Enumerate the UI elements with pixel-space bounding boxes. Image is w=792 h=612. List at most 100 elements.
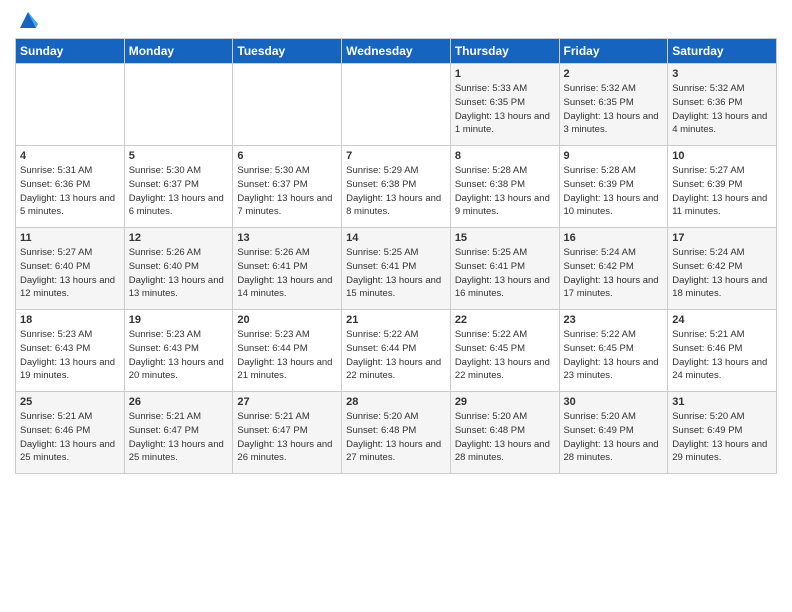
col-monday: Monday [124,39,233,64]
calendar-cell: 30Sunrise: 5:20 AM Sunset: 6:49 PM Dayli… [559,392,668,474]
day-number: 16 [564,232,664,244]
day-info: Sunrise: 5:24 AM Sunset: 6:42 PM Dayligh… [672,246,772,301]
header [15,10,777,30]
col-tuesday: Tuesday [233,39,342,64]
calendar-cell: 27Sunrise: 5:21 AM Sunset: 6:47 PM Dayli… [233,392,342,474]
day-number: 25 [20,396,120,408]
day-info: Sunrise: 5:20 AM Sunset: 6:49 PM Dayligh… [672,410,772,465]
calendar-cell [124,64,233,146]
day-info: Sunrise: 5:20 AM Sunset: 6:48 PM Dayligh… [346,410,446,465]
day-number: 7 [346,150,446,162]
calendar-cell: 9 Sunrise: 5:28 AM Sunset: 6:39 PM Daylig… [559,146,668,228]
col-saturday: Saturday [668,39,777,64]
calendar-cell: 29 Sunrise: 5:20 AM Sunset: 6:48 PM Dayli… [450,392,559,474]
day-info: Sunrise: 5:23 AM Sunset: 6:44 PM Dayligh… [237,328,337,383]
day-number: 24 [672,314,772,326]
calendar-cell: 13 Sunrise: 5:26 AM Sunset: 6:41 PM Dayli… [233,228,342,310]
day-info: Sunrise: 5:25 AM Sunset: 6:41 PM Dayligh… [455,246,555,301]
day-info: Sunrise: 5:32 AM Sunset: 6:36 PM Dayligh… [672,82,772,137]
day-number: 10 [672,150,772,162]
day-number: 15 [455,232,555,244]
calendar-cell: 8 Sunrise: 5:28 AM Sunset: 6:38 PM Daylig… [450,146,559,228]
day-number: 12 [129,232,229,244]
day-number: 9 [564,150,664,162]
calendar-cell: 4 Sunrise: 5:31 AM Sunset: 6:36 PM Daylig… [16,146,125,228]
day-info: Sunrise: 5:31 AM Sunset: 6:36 PM Dayligh… [20,164,120,219]
day-info: Sunrise: 5:22 AM Sunset: 6:45 PM Dayligh… [455,328,555,383]
calendar-cell: 25 Sunrise: 5:21 AM Sunset: 6:46 PM Dayli… [16,392,125,474]
day-info: Sunrise: 5:24 AM Sunset: 6:42 PM Dayligh… [564,246,664,301]
day-info: Sunrise: 5:26 AM Sunset: 6:40 PM Dayligh… [129,246,229,301]
day-number: 3 [672,68,772,80]
day-info: Sunrise: 5:23 AM Sunset: 6:43 PM Dayligh… [129,328,229,383]
col-wednesday: Wednesday [342,39,451,64]
day-number: 30 [564,396,664,408]
calendar-cell: 22Sunrise: 5:22 AM Sunset: 6:45 PM Dayli… [450,310,559,392]
day-info: Sunrise: 5:30 AM Sunset: 6:37 PM Dayligh… [237,164,337,219]
day-info: Sunrise: 5:21 AM Sunset: 6:46 PM Dayligh… [672,328,772,383]
day-number: 11 [20,232,120,244]
day-number: 27 [237,396,337,408]
day-info: Sunrise: 5:29 AM Sunset: 6:38 PM Dayligh… [346,164,446,219]
calendar-cell: 31 Sunrise: 5:20 AM Sunset: 6:49 PM Dayli… [668,392,777,474]
col-thursday: Thursday [450,39,559,64]
day-info: Sunrise: 5:28 AM Sunset: 6:39 PM Dayligh… [564,164,664,219]
day-info: Sunrise: 5:25 AM Sunset: 6:41 PM Dayligh… [346,246,446,301]
calendar-cell: 1Sunrise: 5:33 AM Sunset: 6:35 PM Daylig… [450,64,559,146]
calendar-week-1: 4 Sunrise: 5:31 AM Sunset: 6:36 PM Daylig… [16,146,777,228]
day-number: 6 [237,150,337,162]
day-info: Sunrise: 5:21 AM Sunset: 6:47 PM Dayligh… [129,410,229,465]
calendar: Sunday Monday Tuesday Wednesday Thursday… [15,38,777,474]
calendar-cell: 20 Sunrise: 5:23 AM Sunset: 6:44 PM Dayli… [233,310,342,392]
day-number: 17 [672,232,772,244]
day-info: Sunrise: 5:22 AM Sunset: 6:44 PM Dayligh… [346,328,446,383]
logo-icon [18,10,38,30]
page: Sunday Monday Tuesday Wednesday Thursday… [0,0,792,612]
calendar-cell: 11Sunrise: 5:27 AM Sunset: 6:40 PM Dayli… [16,228,125,310]
col-friday: Friday [559,39,668,64]
day-number: 8 [455,150,555,162]
day-number: 14 [346,232,446,244]
calendar-cell: 24 Sunrise: 5:21 AM Sunset: 6:46 PM Dayli… [668,310,777,392]
day-info: Sunrise: 5:26 AM Sunset: 6:41 PM Dayligh… [237,246,337,301]
day-info: Sunrise: 5:32 AM Sunset: 6:35 PM Dayligh… [564,82,664,137]
day-number: 5 [129,150,229,162]
day-number: 21 [346,314,446,326]
logo [15,10,38,30]
day-info: Sunrise: 5:28 AM Sunset: 6:38 PM Dayligh… [455,164,555,219]
calendar-cell [233,64,342,146]
calendar-cell: 16 Sunrise: 5:24 AM Sunset: 6:42 PM Dayli… [559,228,668,310]
calendar-cell: 28 Sunrise: 5:20 AM Sunset: 6:48 PM Dayli… [342,392,451,474]
day-number: 19 [129,314,229,326]
day-number: 4 [20,150,120,162]
calendar-cell: 19 Sunrise: 5:23 AM Sunset: 6:43 PM Dayli… [124,310,233,392]
day-number: 20 [237,314,337,326]
day-info: Sunrise: 5:23 AM Sunset: 6:43 PM Dayligh… [20,328,120,383]
day-number: 2 [564,68,664,80]
day-number: 13 [237,232,337,244]
day-number: 31 [672,396,772,408]
col-sunday: Sunday [16,39,125,64]
calendar-cell: 26 Sunrise: 5:21 AM Sunset: 6:47 PM Dayli… [124,392,233,474]
calendar-cell: 2 Sunrise: 5:32 AM Sunset: 6:35 PM Daylig… [559,64,668,146]
day-info: Sunrise: 5:21 AM Sunset: 6:46 PM Dayligh… [20,410,120,465]
calendar-cell [16,64,125,146]
calendar-week-3: 18Sunrise: 5:23 AM Sunset: 6:43 PM Dayli… [16,310,777,392]
calendar-cell: 7 Sunrise: 5:29 AM Sunset: 6:38 PM Daylig… [342,146,451,228]
calendar-header-row: Sunday Monday Tuesday Wednesday Thursday… [16,39,777,64]
day-number: 29 [455,396,555,408]
calendar-week-2: 11Sunrise: 5:27 AM Sunset: 6:40 PM Dayli… [16,228,777,310]
day-info: Sunrise: 5:27 AM Sunset: 6:39 PM Dayligh… [672,164,772,219]
day-number: 28 [346,396,446,408]
calendar-week-4: 25 Sunrise: 5:21 AM Sunset: 6:46 PM Dayli… [16,392,777,474]
day-info: Sunrise: 5:22 AM Sunset: 6:45 PM Dayligh… [564,328,664,383]
calendar-week-0: 1Sunrise: 5:33 AM Sunset: 6:35 PM Daylig… [16,64,777,146]
calendar-cell [342,64,451,146]
day-info: Sunrise: 5:20 AM Sunset: 6:48 PM Dayligh… [455,410,555,465]
calendar-cell: 6 Sunrise: 5:30 AM Sunset: 6:37 PM Daylig… [233,146,342,228]
calendar-cell: 23 Sunrise: 5:22 AM Sunset: 6:45 PM Dayli… [559,310,668,392]
calendar-cell: 14 Sunrise: 5:25 AM Sunset: 6:41 PM Dayli… [342,228,451,310]
day-number: 26 [129,396,229,408]
day-number: 23 [564,314,664,326]
calendar-cell: 21 Sunrise: 5:22 AM Sunset: 6:44 PM Dayli… [342,310,451,392]
